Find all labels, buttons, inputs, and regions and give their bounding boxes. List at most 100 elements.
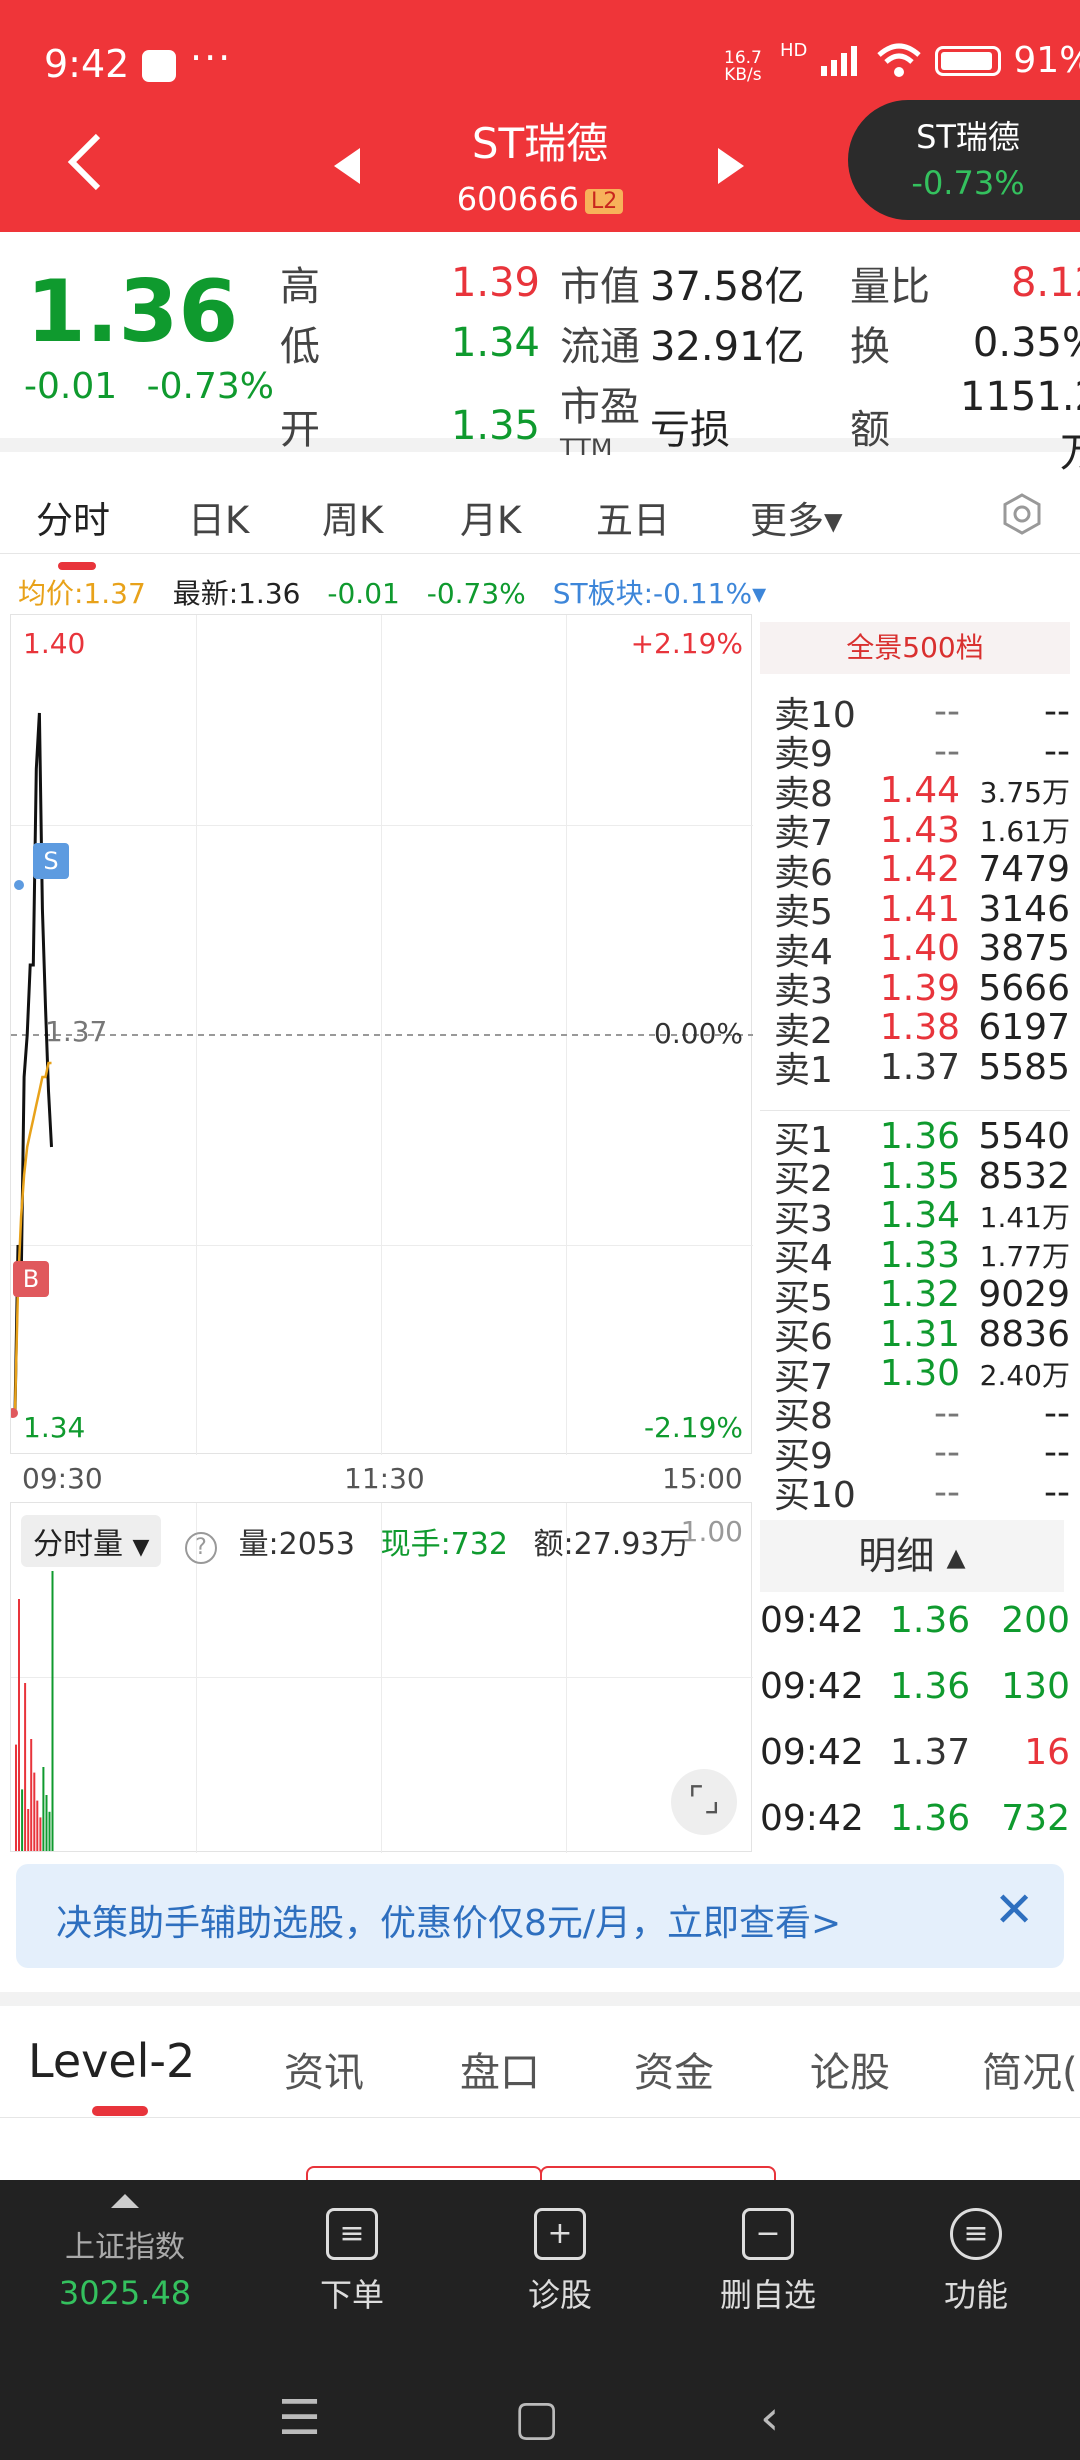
settings-hex-icon[interactable] [1000, 492, 1044, 536]
volume-bar [45, 1795, 48, 1851]
wifi-icon [877, 43, 922, 77]
order-price: -- [934, 730, 960, 772]
close-icon[interactable]: ✕ [994, 1882, 1034, 1938]
trade-detail-header[interactable]: 明细 ▴ [760, 1520, 1064, 1592]
quote-key: 市值 [560, 264, 640, 310]
status-right: HD 91% [780, 40, 1080, 81]
floating-stock-card[interactable]: ST瑞德 -0.73% [848, 100, 1080, 220]
market-index-button[interactable]: 上证指数 3025.48 [40, 2194, 210, 2312]
trade-qty: 200 [1001, 1600, 1070, 1641]
order-price: 1.39 [879, 967, 960, 1009]
minus-box-icon: − [742, 2208, 794, 2260]
order-button[interactable]: ≡ 下单 [282, 2208, 422, 2316]
menu-icon[interactable]: ☰ [278, 2390, 321, 2446]
order-quantity: -- [1044, 691, 1070, 733]
tab-daily-k[interactable]: 日K [188, 490, 249, 544]
time-tick: 15:00 [662, 1462, 743, 1495]
info-tabs: Level-2 资讯 盘口 资金 论股 简况( [0, 1992, 1080, 2118]
order-quantity: 5540 [978, 1116, 1070, 1158]
trade-time: 09:42 [760, 1732, 864, 1773]
order-quantity: -- [1044, 1471, 1070, 1513]
order-quantity: 1.77万 [979, 1240, 1070, 1274]
function-button[interactable]: ≡ 功能 [906, 2208, 1046, 2316]
tab-more[interactable]: 更多▾ [750, 490, 843, 544]
remove-watchlist-label: 删自选 [719, 2276, 816, 2314]
index-name: 上证指数 [65, 2230, 185, 2265]
previous-stock-button[interactable] [334, 148, 360, 184]
expand-chart-button[interactable]: ⌜⌟ [671, 1769, 737, 1835]
back-button[interactable] [62, 130, 112, 200]
order-price: 1.33 [879, 1234, 960, 1276]
quote-value: 1.34 [450, 320, 540, 366]
tab-profile[interactable]: 简况( [982, 2040, 1078, 2098]
turnover-amount: 额:27.93万 [533, 1527, 690, 1562]
order-quantity: 2.40万 [979, 1358, 1070, 1392]
chevron-down-icon: ▼ [132, 1535, 150, 1560]
trade-row: 09:42 1.36 130 [760, 1666, 1070, 1707]
buy-point [11, 1408, 18, 1418]
chart-tabs: 分时 日K 周K 月K 五日 更多▾ [0, 464, 1080, 570]
trade-price: 1.37 [890, 1732, 971, 1773]
mid-price-label: 1.37 [45, 1015, 108, 1048]
trade-row: 09:42 1.36 732 [760, 1798, 1070, 1839]
tab-news[interactable]: 资讯 [284, 2040, 364, 2098]
tab-intraday[interactable]: 分时 [36, 490, 110, 570]
buy-orders: 买1 1.36 5540 买2 1.35 8532 买3 1.34 1.41万 买4 1.33 1.7… [760, 1116, 1070, 1516]
volume-bar [15, 1744, 17, 1851]
y-max-label: 1.40 [23, 627, 86, 660]
promo-banner[interactable]: 决策助手辅助选股，优惠价仅8元/月，立即查看> ✕ [16, 1864, 1064, 1968]
latest-change: -0.01 [327, 577, 400, 610]
buy-marker[interactable]: B [13, 1261, 49, 1297]
tab-funds[interactable]: 资金 [634, 2040, 714, 2098]
order-price: 1.30 [879, 1353, 960, 1395]
order-price: -- [934, 1392, 960, 1434]
speed-unit: KB/s [724, 65, 762, 85]
tab-monthly-k[interactable]: 月K [460, 490, 521, 544]
volume-type-dropdown[interactable]: 分时量 ▼ [21, 1515, 162, 1567]
intraday-chart[interactable]: 1.40 +2.19% 1.37 0.00% 1.34 -2.19% S B [10, 614, 753, 1455]
remove-watchlist-button[interactable]: − 删自选 [698, 2208, 838, 2316]
tab-discussion[interactable]: 论股 [810, 2040, 890, 2098]
chevron-up-icon [111, 2194, 139, 2208]
time-tick: 09:30 [22, 1462, 103, 1495]
back-nav-icon[interactable]: ‹ [760, 2390, 779, 2446]
sell-point [14, 880, 24, 890]
volume-bar [24, 1683, 27, 1851]
tab-weekly-k[interactable]: 周K [322, 490, 383, 544]
quote-panel: 1.36 -0.01 -0.73% 高1.39 市值37.58亿 量比8.12 … [0, 232, 1080, 478]
order-book-row: 卖1 1.37 5585 [760, 1047, 1070, 1092]
tab-orderbook[interactable]: 盘口 [460, 2040, 540, 2098]
quote-key: 流通 [560, 324, 640, 370]
quote-key: 量比 [850, 264, 930, 310]
content-tab-edge [540, 2166, 776, 2180]
volume-bar [48, 1811, 51, 1851]
tab-level2[interactable]: Level-2 [28, 2034, 195, 2116]
sell-marker[interactable]: S [33, 843, 69, 879]
y-min-label: 1.34 [23, 1411, 86, 1444]
stock-detail-page: 9:42 ··· 16.7KB/s HD 91% ST瑞德 600666L2 S… [0, 0, 1080, 2460]
order-quantity: 3875 [978, 928, 1070, 970]
help-icon[interactable]: ? [185, 1532, 218, 1564]
order-price: -- [934, 1471, 960, 1513]
price-line-svg [11, 712, 753, 1418]
promo-text[interactable]: 决策助手辅助选股，优惠价仅8元/月，立即查看> [56, 1894, 841, 1946]
sector-change[interactable]: ST板块:-0.11%▾ [553, 577, 766, 610]
quote-key: 换 [850, 324, 890, 370]
order-quantity: -- [1044, 1432, 1070, 1474]
quote-key: 额 [850, 407, 890, 453]
pct-max-label: +2.19% [630, 627, 743, 660]
order-book: 全景500档 卖10 -- -- 卖9 -- -- 卖8 1.44 3.75万 卖7 1.43 1.6… [760, 622, 1070, 1516]
next-stock-button[interactable] [718, 148, 744, 184]
diagnose-button[interactable]: + 诊股 [490, 2208, 630, 2316]
pct-min-label: -2.19% [643, 1411, 743, 1444]
order-quantity: 3146 [978, 888, 1070, 930]
order-book-depth-button[interactable]: 全景500档 [760, 622, 1070, 674]
volume-chart[interactable]: 分时量 ▼ ? 量:2053 现手:732 额:27.93万 1.00 ⌜⌟ [10, 1502, 753, 1853]
chevron-left-icon [67, 133, 101, 191]
sell-orders: 卖10 -- -- 卖9 -- -- 卖8 1.44 3.75万 卖7 1.43 1.61万 卖6 1.4… [760, 691, 1070, 1092]
home-icon[interactable]: ▢ [514, 2390, 559, 2446]
content-tab-edge [306, 2166, 542, 2180]
volume-bar [21, 1789, 24, 1851]
tab-five-day[interactable]: 五日 [596, 490, 670, 544]
quote-value: 0.35% [972, 320, 1080, 366]
